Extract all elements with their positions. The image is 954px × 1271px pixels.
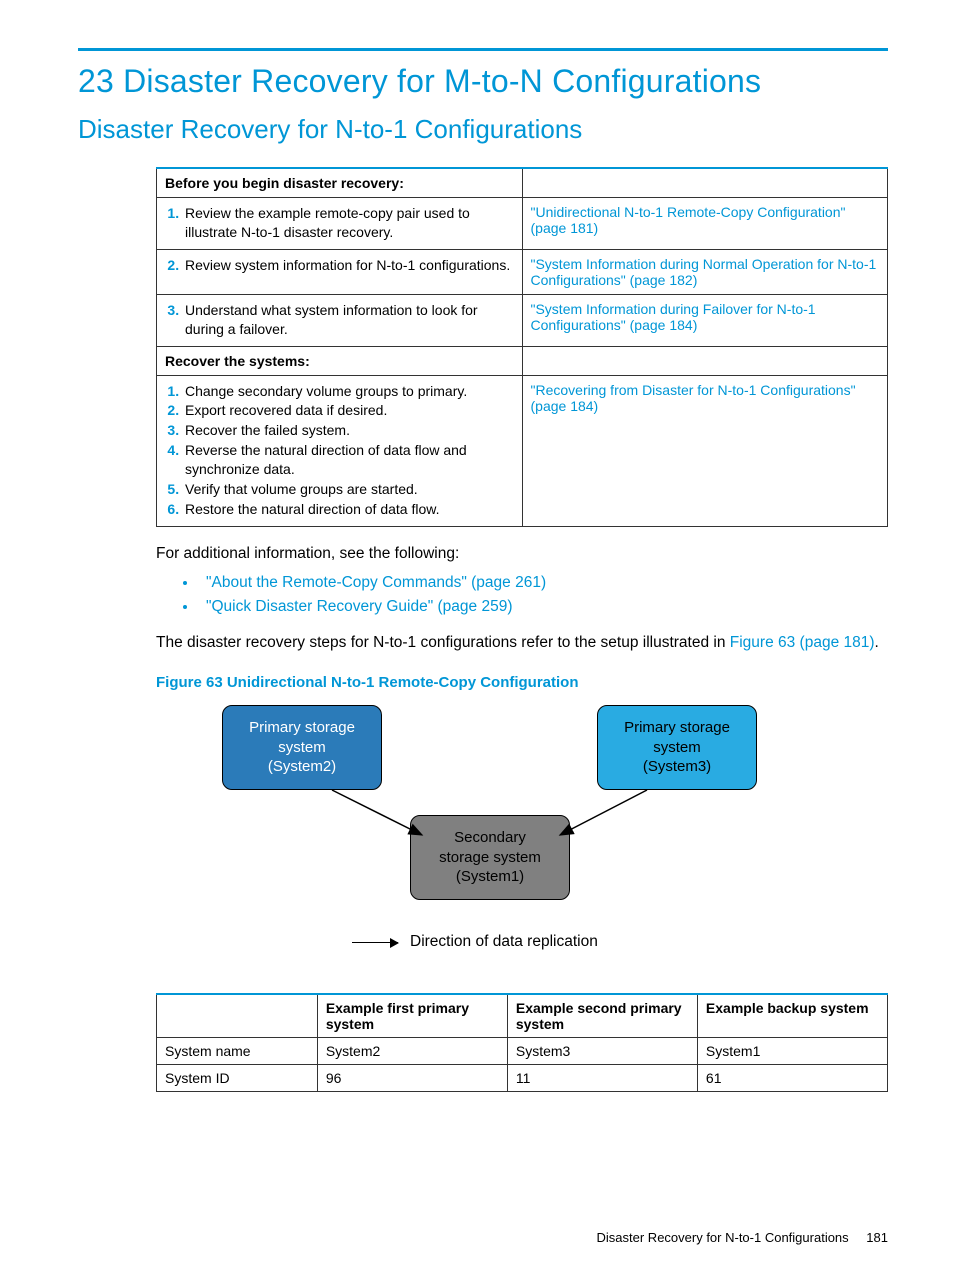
table-cell: 96 — [317, 1065, 507, 1092]
xref-link[interactable]: "Unidirectional N-to-1 Remote-Copy Confi… — [531, 204, 846, 236]
body-text: The disaster recovery steps for N-to-1 c… — [156, 634, 730, 651]
table-subheader-row: Recover the systems: — [157, 346, 888, 375]
xref-link[interactable]: "About the Remote-Copy Commands" (page 2… — [206, 574, 546, 591]
table-row: Review the example remote-copy pair used… — [157, 198, 888, 250]
diagram-node-primary-right: Primary storagesystem(System3) — [597, 705, 757, 790]
table-cell: 11 — [507, 1065, 697, 1092]
table-header: Example first primary system — [317, 994, 507, 1038]
diagram-node-secondary: Secondarystorage system(System1) — [410, 815, 570, 900]
step-text: Review system information for N-to-1 con… — [183, 256, 514, 275]
body-text: . — [875, 634, 879, 651]
footer-page-number: 181 — [866, 1230, 888, 1245]
xref-link[interactable]: "System Information during Normal Operat… — [531, 256, 877, 288]
step-text: Recover the failed system. — [183, 421, 514, 440]
page-footer: Disaster Recovery for N-to-1 Configurati… — [597, 1230, 888, 1245]
table-cell: System name — [157, 1038, 318, 1065]
content-block: Before you begin disaster recovery: Revi… — [156, 167, 888, 1092]
legend-text: Direction of data replication — [410, 933, 598, 951]
body-paragraph: For additional information, see the foll… — [156, 543, 888, 565]
figure-diagram: Primary storagesystem(System2) Primary s… — [222, 705, 822, 965]
bullet-list: "About the Remote-Copy Commands" (page 2… — [156, 574, 888, 616]
table-row: System ID 96 11 61 — [157, 1065, 888, 1092]
step-text: Understand what system information to lo… — [183, 301, 514, 339]
diagram-legend: Direction of data replication — [352, 933, 598, 951]
step-text: Restore the natural direction of data fl… — [183, 500, 514, 519]
table-header: Example backup system — [697, 994, 887, 1038]
table-cell: System2 — [317, 1038, 507, 1065]
top-rule — [78, 48, 888, 51]
table-header-before: Before you begin disaster recovery: — [157, 168, 523, 198]
table-row: Review system information for N-to-1 con… — [157, 249, 888, 294]
footer-title: Disaster Recovery for N-to-1 Configurati… — [597, 1230, 849, 1245]
xref-link[interactable]: "Quick Disaster Recovery Guide" (page 25… — [206, 598, 513, 615]
table-cell: 61 — [697, 1065, 887, 1092]
arrow-icon — [352, 942, 398, 943]
table-cell: System1 — [697, 1038, 887, 1065]
table-cell: System3 — [507, 1038, 697, 1065]
table-header-empty — [522, 346, 888, 375]
table-header-empty — [522, 168, 888, 198]
xref-link[interactable]: "Recovering from Disaster for N-to-1 Con… — [531, 382, 856, 414]
document-page: 23 Disaster Recovery for M-to-N Configur… — [0, 0, 954, 1271]
xref-link[interactable]: "System Information during Failover for … — [531, 301, 816, 333]
step-text: Verify that volume groups are started. — [183, 480, 514, 499]
table-cell: System ID — [157, 1065, 318, 1092]
figure-caption: Figure 63 Unidirectional N-to-1 Remote-C… — [156, 674, 888, 691]
body-paragraph: The disaster recovery steps for N-to-1 c… — [156, 632, 888, 654]
step-text: Review the example remote-copy pair used… — [183, 204, 514, 242]
step-text: Reverse the natural direction of data fl… — [183, 441, 514, 479]
table-header — [157, 994, 318, 1038]
table-row: Understand what system information to lo… — [157, 294, 888, 346]
section-title: Disaster Recovery for N-to-1 Configurati… — [78, 114, 888, 145]
step-text: Change secondary volume groups to primar… — [183, 382, 514, 401]
table-row: System name System2 System3 System1 — [157, 1038, 888, 1065]
step-text: Export recovered data if desired. — [183, 401, 514, 420]
table-header: Example second primary system — [507, 994, 697, 1038]
dr-steps-table: Before you begin disaster recovery: Revi… — [156, 167, 888, 527]
table-header-recover: Recover the systems: — [157, 346, 523, 375]
diagram-node-primary-left: Primary storagesystem(System2) — [222, 705, 382, 790]
chapter-title: 23 Disaster Recovery for M-to-N Configur… — [78, 63, 888, 100]
table-row: Change secondary volume groups to primar… — [157, 375, 888, 526]
system-info-table: Example first primary system Example sec… — [156, 993, 888, 1092]
xref-link[interactable]: Figure 63 (page 181) — [730, 634, 875, 651]
